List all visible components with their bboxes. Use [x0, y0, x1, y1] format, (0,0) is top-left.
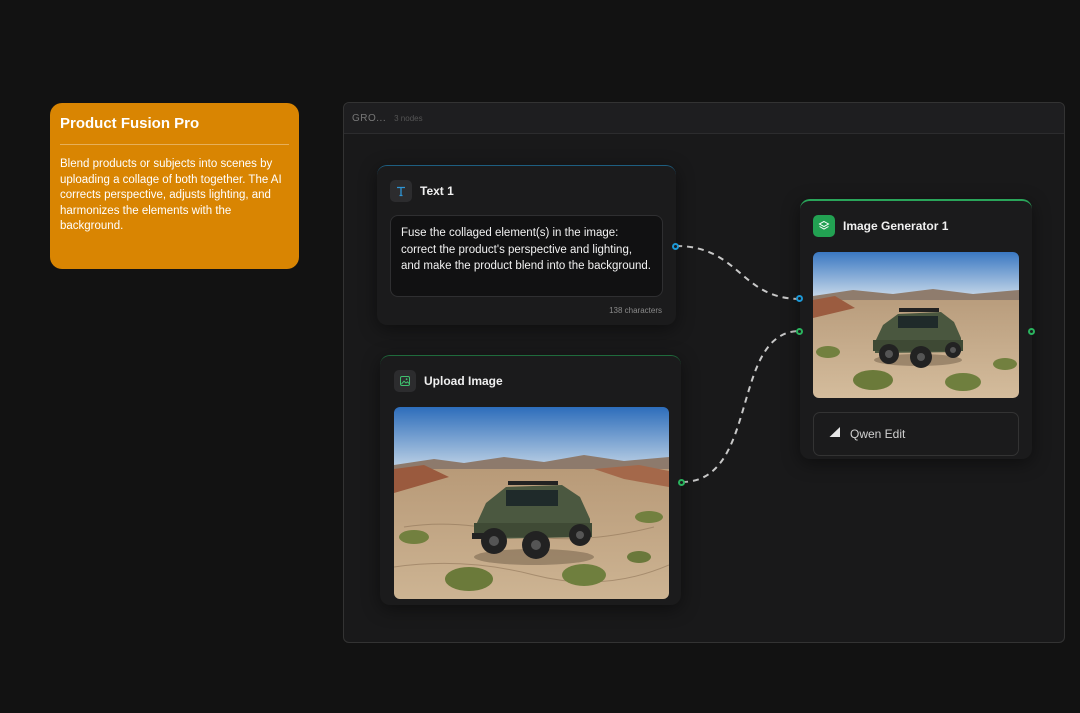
text-t-icon — [390, 180, 412, 202]
text-output-port[interactable] — [672, 243, 679, 250]
generator-node-title: Image Generator 1 — [843, 219, 949, 233]
upload-node-title: Upload Image — [424, 374, 503, 388]
uploaded-image[interactable] — [394, 407, 669, 599]
upload-image-node[interactable]: Upload Image — [380, 355, 681, 605]
note-description: Blend products or subjects into scenes b… — [60, 158, 282, 232]
note-title: Product Fusion Pro — [60, 115, 200, 132]
group-name: GRO... — [352, 112, 387, 124]
model-label: Qwen Edit — [850, 427, 906, 441]
note-card[interactable]: Product Fusion Pro Blend products or sub… — [50, 103, 299, 269]
note-divider — [60, 144, 289, 145]
generator-node-header[interactable]: Image Generator 1 — [813, 214, 1019, 238]
model-selector[interactable]: Qwen Edit — [813, 412, 1019, 456]
model-logo-icon — [828, 425, 842, 444]
image-output-port[interactable] — [678, 479, 685, 486]
generator-output-port[interactable] — [1028, 328, 1035, 335]
image-icon — [394, 370, 416, 392]
generator-text-input-port[interactable] — [796, 295, 803, 302]
text-node-header[interactable]: Text 1 — [390, 179, 663, 203]
text-node-title: Text 1 — [420, 184, 454, 198]
character-count: 138 characters — [609, 306, 662, 315]
text-node[interactable]: Text 1 Fuse the collaged element(s) in t… — [377, 165, 676, 325]
image-generator-node[interactable]: Image Generator 1 Qwen Edit — [800, 199, 1032, 459]
layers-icon — [813, 215, 835, 237]
group-header[interactable]: GRO... 3 nodes — [344, 103, 1064, 134]
group-node-count: 3 nodes — [394, 113, 423, 123]
generator-image-input-port[interactable] — [796, 328, 803, 335]
prompt-textarea[interactable]: Fuse the collaged element(s) in the imag… — [390, 215, 663, 297]
upload-node-header[interactable]: Upload Image — [394, 369, 667, 393]
generated-image[interactable] — [813, 252, 1019, 398]
